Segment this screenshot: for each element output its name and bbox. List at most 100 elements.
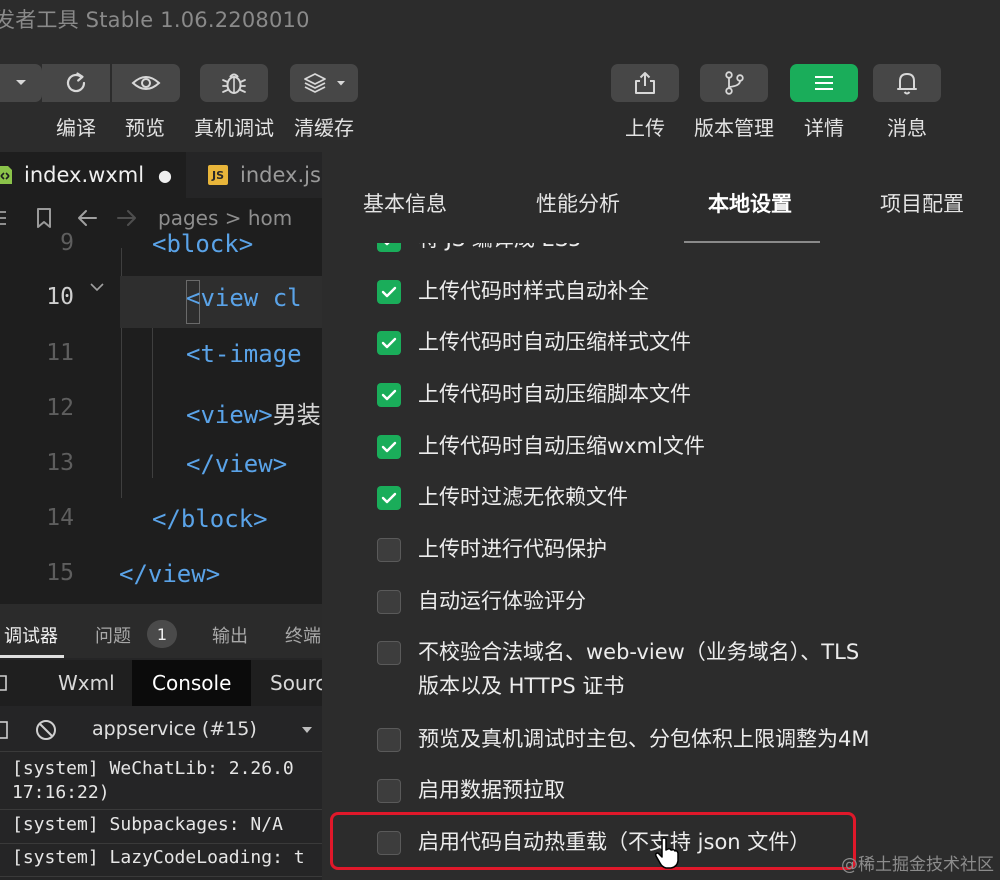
arrow-left-icon[interactable]: [76, 208, 98, 228]
line-number: 12: [46, 395, 74, 421]
setting-label: 预览及真机调试时主包、分包体积上限调整为4M: [418, 727, 870, 751]
clear-cache-button[interactable]: [290, 64, 358, 102]
preview-button[interactable]: [112, 64, 180, 102]
check-icon: [384, 243, 390, 246]
tab-local-settings[interactable]: 本地设置: [708, 188, 792, 218]
setting-skip-domain-check[interactable]: 不校验合法域名、web-view（业务域名）、TLS 版本以及 HTTPS 证书: [377, 639, 859, 703]
version-control-button[interactable]: [700, 64, 768, 102]
preview-label: 预览: [125, 116, 165, 140]
tab-performance[interactable]: 性能分析: [536, 188, 620, 218]
settings-list: 将 JS 编译成 ES5 上传代码时样式自动补全 上传代码时自动压缩样式文件 上…: [322, 243, 1000, 880]
bug-icon: [222, 73, 246, 94]
tab-label: index.wxml: [24, 163, 145, 187]
code-line: </view>: [119, 560, 221, 588]
tab-wxml[interactable]: Wxml: [38, 660, 135, 706]
tab-debugger[interactable]: 调试器: [4, 622, 58, 648]
setting-upload-code-protect[interactable]: 上传时进行代码保护: [377, 536, 607, 566]
messages-button[interactable]: [873, 64, 941, 102]
chevron-down-icon: [16, 80, 26, 85]
modified-dot: ●: [158, 165, 172, 185]
fold-chevron-icon[interactable]: [90, 282, 104, 292]
line-number: 13: [46, 450, 74, 476]
check-icon: [381, 286, 397, 298]
line-number: 9: [60, 230, 74, 256]
line-number: 11: [46, 340, 74, 366]
details-label: 详情: [804, 116, 844, 140]
mode-dropdown-button[interactable]: [0, 64, 42, 102]
setting-upload-minify-script[interactable]: 上传代码时自动压缩脚本文件: [377, 381, 691, 411]
setting-label: 上传时进行代码保护: [418, 537, 607, 561]
code-line: <view cl: [186, 284, 302, 312]
tab-issues[interactable]: 问题: [95, 622, 131, 648]
eye-icon: [131, 76, 161, 90]
breadcrumb-path[interactable]: pages > hom: [158, 206, 292, 230]
setting-label: 不校验合法域名、web-view（业务域名）、TLS 版本以及 HTTPS 证书: [418, 640, 860, 698]
debugger-panel: 调试器 问题 1 输出 终端 Wxml Console Sourc appser…: [0, 604, 322, 880]
context-selector[interactable]: appservice (#15): [92, 718, 257, 740]
code-line: <t-image: [186, 340, 302, 368]
arrow-right-icon[interactable]: [116, 208, 138, 228]
setting-label: 自动运行体验评分: [418, 589, 586, 613]
tab-index-wxml[interactable]: index.wxml ●: [0, 152, 186, 198]
code-line: </block>: [152, 505, 268, 533]
checkbox[interactable]: [377, 590, 401, 614]
setting-upload-minify-wxml[interactable]: 上传代码时自动压缩wxml文件: [377, 433, 705, 463]
editor-tabs: index.wxml ● JS index.js: [0, 152, 322, 198]
console-log-line: 17:16:22): [0, 780, 322, 810]
line-number: 10: [46, 284, 74, 310]
setting-label: 上传代码时自动压缩样式文件: [418, 330, 691, 354]
checkbox[interactable]: [377, 243, 401, 252]
tab-index-js[interactable]: JS index.js: [188, 152, 322, 198]
check-icon: [381, 389, 397, 401]
messages-label: 消息: [887, 116, 927, 140]
tab-label: index.js: [240, 163, 321, 187]
remote-debug-button[interactable]: [200, 64, 268, 102]
tab-project-config[interactable]: 项目配置: [880, 188, 964, 218]
setting-es6-to-es5[interactable]: 将 JS 编译成 ES5: [377, 243, 582, 256]
check-icon: [381, 441, 397, 453]
checkbox[interactable]: [377, 779, 401, 803]
checkbox[interactable]: [377, 435, 401, 459]
details-button[interactable]: [790, 64, 858, 102]
active-tab-indicator: [0, 655, 64, 658]
check-icon: [381, 492, 397, 504]
clear-console-icon[interactable]: [34, 718, 58, 742]
toolbar: 编译 预览 真机调试 清缓存 上传 版本管理 详情 消息: [0, 40, 1000, 152]
compile-button[interactable]: [42, 64, 110, 102]
tab-basic-info[interactable]: 基本信息: [363, 188, 447, 218]
devtools-panel-tabs: Wxml Console Sourc: [0, 660, 322, 706]
setting-size-limit-4m[interactable]: 预览及真机调试时主包、分包体积上限调整为4M: [377, 726, 869, 756]
checkbox[interactable]: [377, 280, 401, 304]
branch-icon: [725, 71, 744, 95]
checkbox[interactable]: [377, 331, 401, 355]
setting-data-prefetch[interactable]: 启用数据预拉取: [377, 777, 565, 807]
sidebar-toggle-icon[interactable]: [0, 720, 8, 740]
checkbox[interactable]: [377, 641, 401, 665]
setting-upload-style-autoprefix[interactable]: 上传代码时样式自动补全: [377, 278, 649, 308]
checkbox[interactable]: [377, 486, 401, 510]
list-icon: [0, 211, 6, 225]
check-icon: [381, 337, 397, 349]
upload-button[interactable]: [611, 64, 679, 102]
inspect-icon[interactable]: [0, 673, 10, 693]
console-toolbar: appservice (#15): [0, 708, 322, 752]
tab-sources[interactable]: Sourc: [250, 660, 322, 706]
code-area[interactable]: 9 <block> 10 <view cl 11 <t-image 12 <vi…: [0, 230, 322, 604]
details-panel: 基本信息 性能分析 本地设置 项目配置 将 JS 编译成 ES5 上传代码时样式…: [322, 152, 1000, 880]
setting-upload-minify-style[interactable]: 上传代码时自动压缩样式文件: [377, 329, 691, 359]
setting-upload-filter-unused[interactable]: 上传时过滤无依赖文件: [377, 484, 628, 514]
tab-output[interactable]: 输出: [212, 622, 248, 648]
checkbox[interactable]: [377, 538, 401, 562]
remote-debug-label: 真机调试: [194, 116, 274, 140]
setting-auto-audit[interactable]: 自动运行体验评分: [377, 588, 586, 618]
bookmark-icon[interactable]: [34, 207, 54, 229]
window-title: 发者工具 Stable 1.06.2208010: [0, 8, 310, 32]
checkbox[interactable]: [377, 383, 401, 407]
chevron-down-icon[interactable]: [301, 726, 313, 735]
checkbox[interactable]: [377, 728, 401, 752]
bell-icon: [897, 73, 917, 95]
tab-terminal[interactable]: 终端: [285, 622, 321, 648]
tab-console[interactable]: Console: [132, 660, 252, 706]
js-file-icon: JS: [208, 165, 228, 185]
menu-icon: [815, 76, 833, 90]
